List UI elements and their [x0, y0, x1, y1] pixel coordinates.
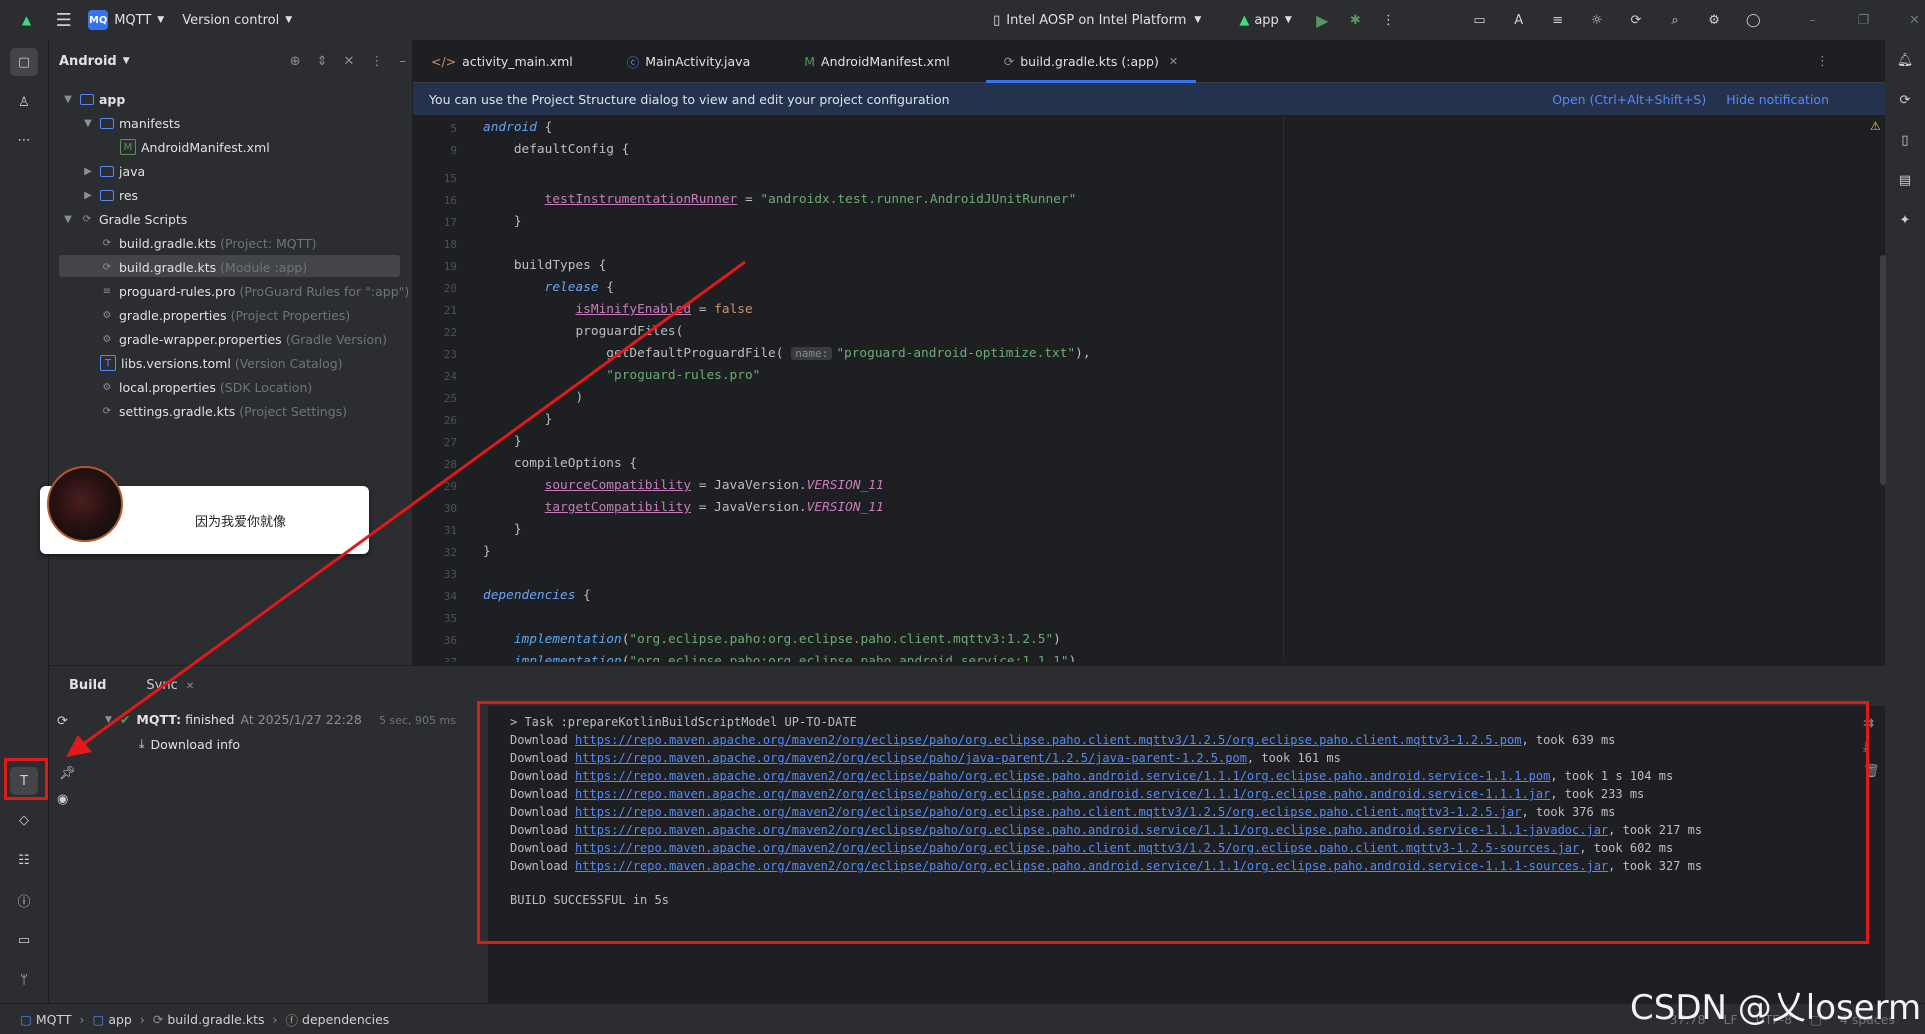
annotation-arrow [66, 260, 746, 757]
watermark: CSDN @乂loserm [1630, 988, 1922, 1028]
